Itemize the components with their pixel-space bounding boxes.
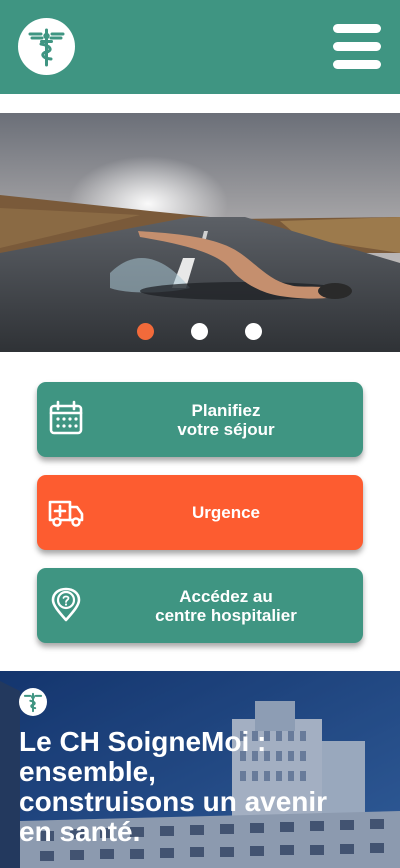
caduceus-icon: [19, 688, 47, 716]
caduceus-icon[interactable]: [18, 18, 75, 75]
ambulance-icon: [48, 500, 84, 527]
plan-stay-button[interactable]: Planifiez votre séjour: [37, 382, 363, 457]
carousel-dot-1[interactable]: [137, 323, 154, 340]
access-hospital-line1: Accédez au: [179, 586, 273, 606]
carousel-dot-2[interactable]: [191, 323, 208, 340]
app-header: [0, 0, 400, 94]
hamburger-menu-icon[interactable]: [333, 22, 383, 72]
banner-line-2: ensemble,: [19, 756, 156, 787]
emergency-text: Urgence: [191, 503, 261, 522]
calendar-icon: [49, 400, 83, 435]
hospital-banner: Le CH SoigneMoi : ensemble, construisons…: [0, 671, 400, 868]
banner-headline: Le CH SoigneMoi : ensemble, construisons…: [19, 727, 389, 847]
access-hospital-label: Accédez au centre hospitalier: [97, 568, 355, 643]
access-hospital-line2: centre hospitalier: [155, 605, 297, 625]
banner-line-1: Le CH SoigneMoi :: [19, 726, 267, 757]
menu-bar: [333, 24, 381, 33]
carousel-dot-3[interactable]: [245, 323, 262, 340]
menu-bar: [333, 60, 381, 69]
emergency-button[interactable]: Urgence: [37, 475, 363, 550]
plan-stay-label: Planifiez votre séjour: [97, 382, 355, 457]
location-pin-icon: [51, 587, 81, 622]
menu-bar: [333, 42, 381, 51]
access-hospital-button[interactable]: Accédez au centre hospitalier: [37, 568, 363, 643]
emergency-label: Urgence: [97, 475, 355, 550]
banner-line-4: en santé.: [19, 816, 141, 847]
banner-line-3: construisons un avenir: [19, 786, 328, 817]
hero-carousel[interactable]: [0, 113, 400, 352]
swimmer-road-image: [0, 113, 400, 352]
plan-stay-line2: votre séjour: [177, 419, 275, 439]
plan-stay-line1: Planifiez: [191, 400, 261, 420]
